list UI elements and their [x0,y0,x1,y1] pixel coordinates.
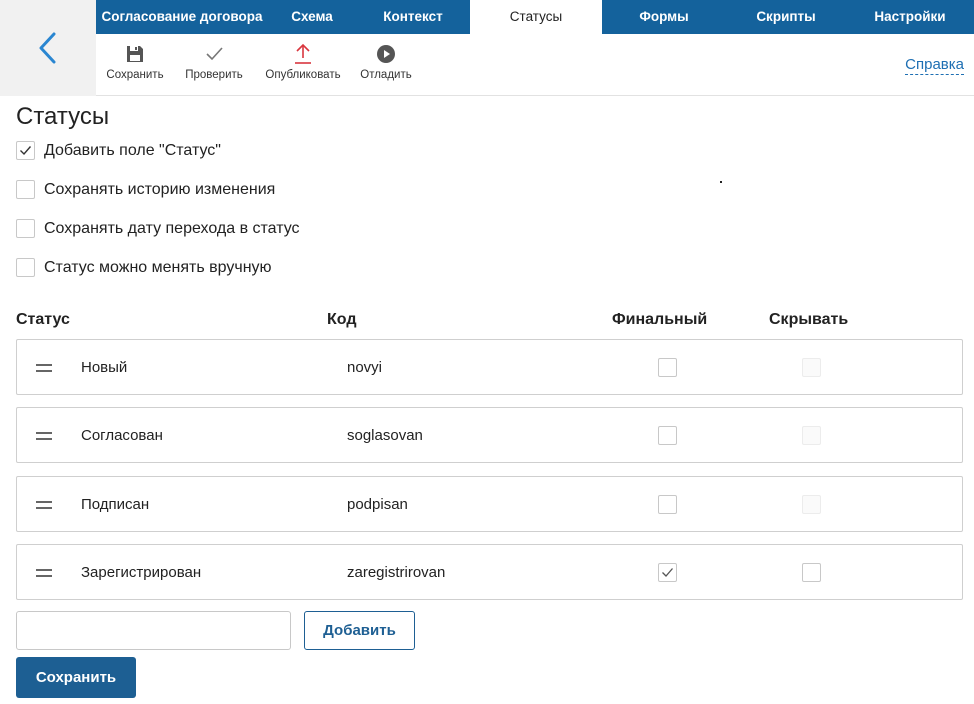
add-status-field-checkbox[interactable] [16,141,35,160]
save-history-label: Сохранять историю изменения [44,180,276,198]
back-button[interactable] [0,0,96,96]
tab-statuses[interactable]: Статусы [470,0,602,34]
drag-handle-icon[interactable] [36,569,52,581]
header-status: Статус [16,311,70,328]
check-tool-label: Проверить [185,69,243,81]
header-code: Код [327,311,357,328]
status-name: Подписан [81,496,150,513]
page-title: Статусы [16,103,110,130]
tab-bar: Согласование договора Схема Контекст Ста… [96,0,974,34]
checkmark-icon [662,568,673,577]
tab-scheme[interactable]: Схема [268,0,356,34]
add-status-button[interactable]: Добавить [304,611,415,650]
publish-tool-label: Опубликовать [265,69,341,81]
status-name: Новый [81,359,128,376]
checkmark-icon [20,146,32,156]
hide-checkbox [802,495,821,514]
status-row: Согласован soglasovan [16,407,963,463]
save-transition-date-label: Сохранять дату перехода в статус [44,219,300,237]
floppy-disk-icon [127,46,143,62]
final-checkbox[interactable] [658,563,677,582]
stray-dot [720,181,722,183]
save-history-option[interactable]: Сохранять историю изменения [16,180,275,199]
status-name: Зарегистрирован [81,564,202,581]
save-transition-date-option[interactable]: Сохранять дату перехода в статус [16,219,300,238]
save-transition-date-checkbox[interactable] [16,219,35,238]
chevron-left-icon [39,32,56,64]
upload-arrow-icon [295,43,311,64]
publish-tool-button[interactable]: Опубликовать [262,42,344,81]
hide-checkbox [802,358,821,377]
final-checkbox[interactable] [658,358,677,377]
header-final: Финальный [612,311,708,328]
save-tool-button[interactable]: Сохранить [104,42,166,81]
hide-checkbox[interactable] [802,563,821,582]
drag-handle-icon[interactable] [36,364,52,376]
add-status-field-option[interactable]: Добавить поле "Статус" [16,141,221,160]
tab-context[interactable]: Контекст [356,0,470,34]
tab-scripts[interactable]: Скрипты [726,0,846,34]
status-code: podpisan [347,496,408,513]
status-code: zaregistrirovan [347,564,446,581]
hide-checkbox [802,426,821,445]
debug-tool-button[interactable]: Отладить [358,42,414,81]
check-tool-button[interactable]: Проверить [182,42,246,81]
drag-handle-icon[interactable] [36,501,52,513]
manual-change-checkbox[interactable] [16,258,35,277]
manual-change-label: Статус можно менять вручную [44,258,272,276]
add-status-field-label: Добавить поле "Статус" [44,141,221,159]
tab-settings[interactable]: Настройки [846,0,974,34]
save-button[interactable]: Сохранить [16,657,136,698]
toolbar: Сохранить Проверить Опубликовать Отладит… [96,34,974,96]
tab-contract-approval[interactable]: Согласование договора [96,0,268,34]
status-code: novyi [347,359,383,376]
manual-change-option[interactable]: Статус можно менять вручную [16,258,272,277]
play-circle-icon [377,45,395,63]
header-hide: Скрывать [769,311,849,328]
status-name: Согласован [81,427,163,444]
checkmark-icon [206,47,223,61]
debug-tool-label: Отладить [360,69,412,81]
save-history-checkbox[interactable] [16,180,35,199]
status-row: Подписан podpisan [16,476,963,532]
drag-handle-icon[interactable] [36,432,52,444]
help-link[interactable]: Справка [905,56,964,75]
final-checkbox[interactable] [658,495,677,514]
tab-forms[interactable]: Формы [602,0,726,34]
status-row: Зарегистрирован zaregistrirovan [16,544,963,600]
save-tool-label: Сохранить [106,69,164,81]
final-checkbox[interactable] [658,426,677,445]
status-code: soglasovan [347,427,423,444]
status-row: Новый novyi [16,339,963,395]
new-status-input[interactable] [16,611,291,650]
